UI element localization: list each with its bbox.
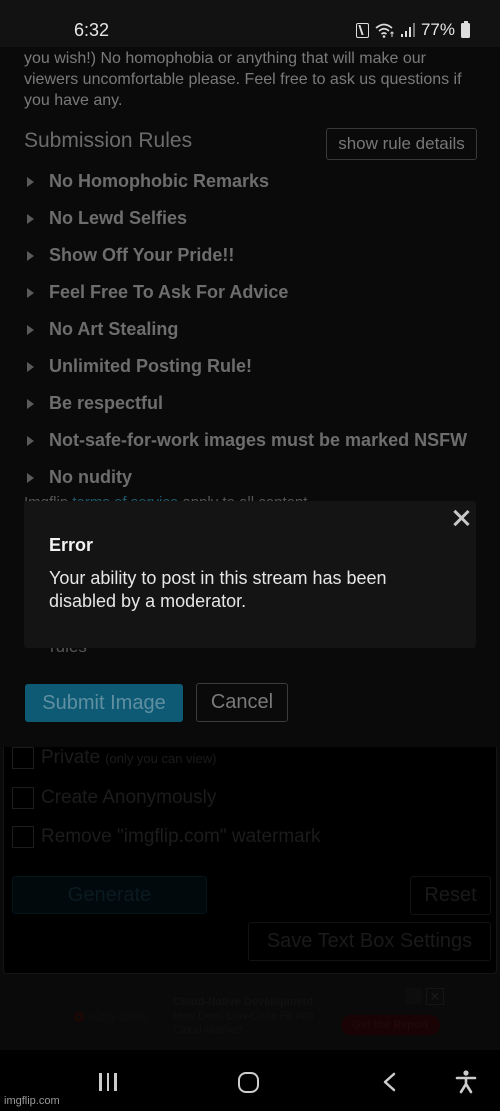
reset-button[interactable]: Reset: [410, 876, 491, 915]
nfc-icon: [355, 22, 369, 38]
ad-brand: outsystems: [88, 1010, 149, 1024]
rule-label: Unlimited Posting Rule!: [49, 356, 253, 376]
expand-arrow-icon: [27, 324, 34, 335]
signal-icon: [400, 23, 415, 37]
ad-info-icon[interactable]: [406, 988, 422, 1004]
rule-item[interactable]: No Homophobic Remarks: [24, 163, 467, 200]
dialog-message: Your ability to post in this stream has …: [49, 568, 387, 611]
expand-arrow-icon: [27, 472, 34, 483]
rule-item[interactable]: Show Off Your Pride!!: [24, 237, 467, 274]
system-nav-bar: imgflip.com: [0, 1050, 500, 1111]
expand-arrow-icon: [27, 213, 34, 224]
rule-item[interactable]: No nudity: [24, 459, 467, 496]
close-icon[interactable]: [452, 509, 470, 527]
wifi-icon: [375, 23, 394, 38]
rule-item[interactable]: No Lewd Selfies: [24, 200, 467, 237]
ad-copy: Cloud-Native Development How Does Low-Co…: [173, 995, 333, 1037]
rule-label: No Art Stealing: [49, 319, 179, 339]
ad-body: How Does Low-Code Fit Into Cloud-Native?: [173, 1010, 314, 1036]
error-dialog: Error Your ability to post in this strea…: [24, 501, 476, 648]
option-label: Create Anonymously: [41, 787, 217, 808]
expand-arrow-icon: [27, 398, 34, 409]
status-icons: 77%: [355, 20, 470, 40]
submission-rules-heading: Submission Rules: [24, 129, 193, 152]
option-sublabel: (only you can view): [105, 750, 217, 766]
ad-headline: Cloud-Native Development: [173, 996, 313, 1008]
ad-banner[interactable]: outsystems Cloud-Native Development How …: [70, 988, 450, 1043]
ad-close-icon[interactable]: ✕: [426, 988, 444, 1005]
status-bar: 6:32 77%: [0, 0, 500, 47]
back-icon[interactable]: [382, 1072, 396, 1092]
anonymous-checkbox[interactable]: [12, 787, 34, 809]
expand-arrow-icon: [27, 250, 34, 261]
option-private[interactable]: Private (only you can view): [12, 747, 216, 769]
rule-item[interactable]: Unlimited Posting Rule!: [24, 348, 467, 385]
expand-arrow-icon: [27, 361, 34, 372]
cancel-button[interactable]: Cancel: [196, 683, 288, 722]
rule-label: No nudity: [49, 467, 132, 487]
rule-label: No Lewd Selfies: [49, 208, 188, 228]
option-anonymous[interactable]: Create Anonymously: [12, 787, 216, 809]
private-checkbox[interactable]: [12, 747, 34, 769]
save-text-box-settings-button[interactable]: Save Text Box Settings: [248, 922, 491, 961]
ad-cta-button[interactable]: Get the Report: [341, 1015, 440, 1035]
submit-image-button[interactable]: Submit Image: [25, 684, 183, 722]
battery-percent: 77%: [420, 20, 455, 39]
ad-logo: outsystems: [74, 1010, 149, 1024]
option-label: Private: [41, 747, 101, 768]
expand-arrow-icon: [27, 176, 34, 187]
expand-arrow-icon: [27, 287, 34, 298]
rule-label: Be respectful: [49, 393, 164, 413]
recent-apps-icon[interactable]: [99, 1073, 117, 1091]
expand-arrow-icon: [27, 435, 34, 446]
accessibility-icon[interactable]: [455, 1070, 477, 1094]
rules-list: No Homophobic Remarks No Lewd Selfies Sh…: [24, 163, 467, 496]
battery-icon: [461, 20, 470, 38]
rule-item[interactable]: Feel Free To Ask For Advice: [24, 274, 467, 311]
show-rule-details-button[interactable]: show rule details: [326, 128, 477, 160]
rule-label: Not-safe-for-work images must be marked …: [49, 430, 468, 450]
home-icon[interactable]: [238, 1072, 259, 1093]
option-remove-watermark[interactable]: Remove "imgflip.com" watermark: [12, 826, 321, 848]
status-time: 6:32: [74, 20, 110, 40]
rule-item[interactable]: No Art Stealing: [24, 311, 467, 348]
rule-label: Show Off Your Pride!!: [49, 245, 235, 265]
outsystems-logo-icon: [74, 1012, 84, 1022]
imgflip-watermark: imgflip.com: [4, 1095, 60, 1107]
option-label: Remove "imgflip.com" watermark: [41, 826, 321, 847]
generate-button[interactable]: Generate: [12, 876, 207, 914]
generator-options-panel: Private (only you can view) Create Anony…: [3, 747, 497, 974]
rule-item[interactable]: Not-safe-for-work images must be marked …: [24, 422, 467, 459]
community-description: you wish!) No homophobia or anything tha…: [24, 50, 462, 109]
remove-watermark-checkbox[interactable]: [12, 826, 34, 848]
rule-item[interactable]: Be respectful: [24, 385, 467, 422]
dialog-title: Error: [49, 535, 94, 555]
rule-label: No Homophobic Remarks: [49, 171, 270, 191]
rule-label: Feel Free To Ask For Advice: [49, 282, 289, 302]
